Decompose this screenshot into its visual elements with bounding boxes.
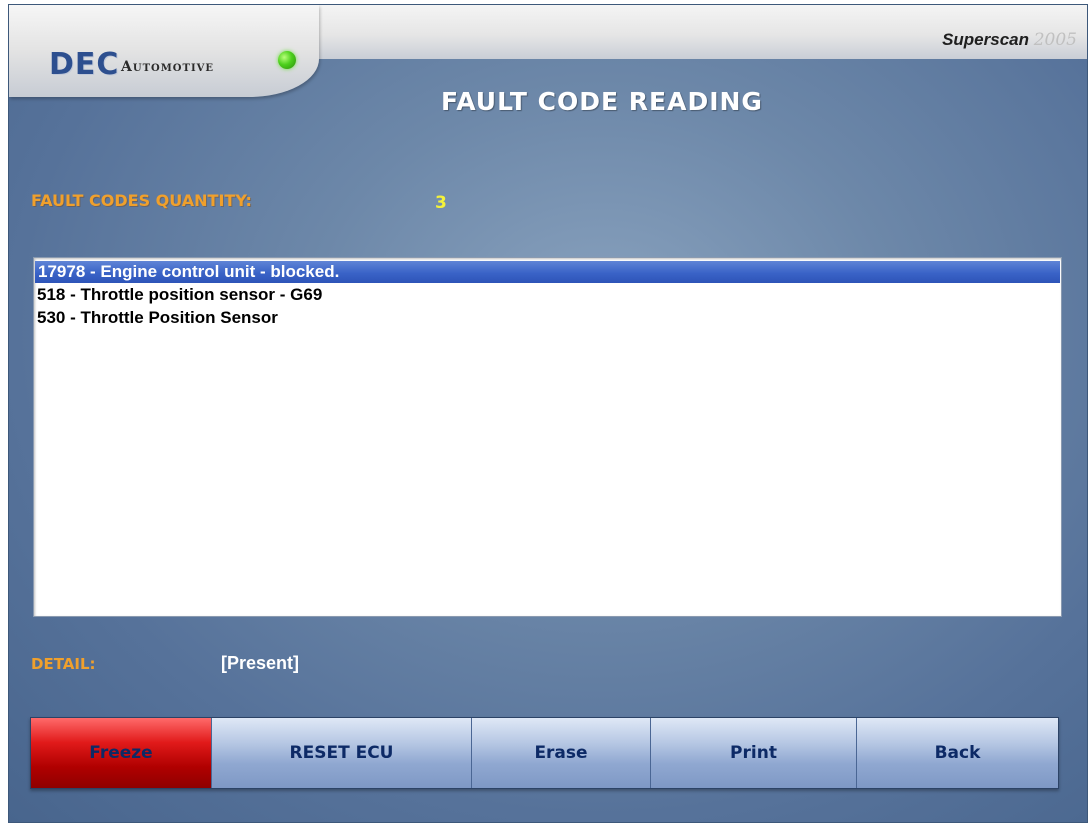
page-title: FAULT CODE READING	[441, 87, 763, 116]
app-window: DEC Automotive Superscan 2005 FAULT CODE…	[8, 4, 1088, 823]
print-button[interactable]: Print	[651, 718, 857, 788]
brand-subtitle: Automotive	[121, 59, 215, 75]
fault-code-item-selected[interactable]: 17978 - Engine control unit - blocked.	[35, 261, 1060, 283]
connection-status-led-icon	[278, 51, 296, 69]
fault-code-item[interactable]: 530 - Throttle Position Sensor	[34, 306, 1061, 329]
erase-button[interactable]: Erase	[472, 718, 651, 788]
product-year: 2005	[1033, 30, 1077, 50]
fault-codes-quantity-label: FAULT CODES QUANTITY:	[31, 191, 252, 210]
product-name-text: Superscan	[942, 30, 1029, 49]
detail-label: DETAIL:	[31, 655, 96, 673]
action-toolbar: Freeze RESET ECU Erase Print Back	[30, 717, 1059, 789]
fault-code-item[interactable]: 518 - Throttle position sensor - G69	[34, 283, 1061, 306]
product-name: Superscan 2005	[942, 30, 1077, 50]
freeze-button[interactable]: Freeze	[31, 718, 212, 788]
fault-code-list[interactable]: 17978 - Engine control unit - blocked. 5…	[33, 257, 1062, 617]
brand-logo: DEC	[49, 47, 120, 82]
detail-value: [Present]	[221, 653, 300, 673]
back-button[interactable]: Back	[857, 718, 1058, 788]
reset-ecu-button[interactable]: RESET ECU	[212, 718, 472, 788]
fault-codes-quantity-value: 3	[435, 193, 447, 213]
